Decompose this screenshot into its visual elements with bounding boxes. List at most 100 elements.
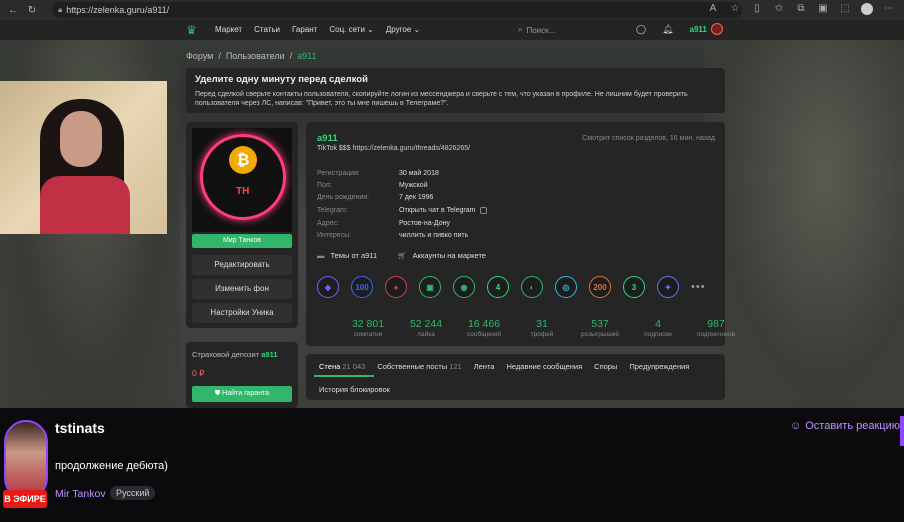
nav-item-market[interactable]: Маркет — [215, 25, 242, 34]
deposit-user[interactable]: a911 — [261, 350, 277, 359]
tab-list: Стена 21 043 Собственные посты 121 Лента… — [319, 362, 689, 371]
breadcrumb-forum[interactable]: Форум — [186, 51, 213, 61]
react-button[interactable]: ☺ Оставить реакцию — [790, 420, 900, 432]
read-aloud-icon[interactable]: A — [706, 3, 720, 18]
stat-item[interactable]: 31 трофей — [513, 318, 571, 338]
trophy-icon[interactable]: ✦ — [657, 276, 679, 298]
stat-label: розыгрышей — [581, 331, 619, 338]
nav-item-guarant[interactable]: Гарант — [292, 25, 317, 34]
profile-main: a911 TikTok $$$ https://zelenka.guru/thr… — [306, 122, 735, 346]
trophy-icon[interactable]: 100 — [351, 276, 373, 298]
stat-item[interactable]: 987 подписчиков — [687, 318, 745, 338]
market-link[interactable]: 🛒︎ Аккаунты на маркете — [397, 251, 486, 260]
favorite-icon[interactable]: ☆ — [728, 3, 742, 18]
profile-tabs: Стена 21 043 Собственные посты 121 Лента… — [306, 354, 725, 400]
more-tools-icon[interactable]: ⬚ — [838, 3, 852, 18]
address-bar[interactable]: 🔒︎ https://zelenka.guru/a911/ — [52, 2, 742, 18]
search-box[interactable]: ⌕ Поиск... — [518, 23, 618, 37]
nav-item-social[interactable]: Соц. сети ⌄ — [329, 25, 374, 34]
browser-toolbar: ← ↻ 🔒︎ https://zelenka.guru/a911/ A ☆ ▯ … — [0, 0, 904, 20]
warning-title: Уделите одну минуту перед сделкой — [195, 74, 368, 85]
info-registration: Регистрация: 30 май 2018 — [317, 170, 439, 177]
back-icon[interactable]: ← — [6, 3, 20, 17]
trophy-icon[interactable]: ◉ — [453, 276, 475, 298]
profile-sidebar: ₿ TH Мир Танков Редактировать Изменить ф… — [186, 122, 298, 328]
reload-icon[interactable]: ↻ — [25, 3, 39, 17]
stat-item[interactable]: 16 466 сообщений — [455, 318, 513, 338]
warning-text: Перед сделкой сверьте контакты пользоват… — [195, 91, 688, 107]
stat-label: трофей — [530, 331, 554, 338]
info-gender: Пол: Мужской — [317, 182, 428, 189]
info-telegram: Telegram: Открыть чат в Telegram — [317, 207, 488, 214]
live-badge: В ЭФИРЕ — [3, 490, 47, 508]
trophy-icon[interactable]: ▣ — [419, 276, 441, 298]
favorites-icon[interactable]: ✩ — [772, 3, 786, 18]
split-screen-icon[interactable]: ▯ — [750, 3, 764, 18]
alerts-icon[interactable]: 🔔︎ — [662, 24, 673, 35]
profile-status[interactable]: TikTok $$$ https://zelenka.guru/threads/… — [317, 145, 470, 152]
profile-avatar[interactable]: ₿ TH — [192, 128, 292, 232]
trophy-icon[interactable]: 200 — [589, 276, 611, 298]
channel-name[interactable]: tstinats — [55, 420, 105, 436]
tab-bans[interactable]: История блокировок — [319, 385, 390, 394]
language-tag[interactable]: Русский — [110, 486, 156, 500]
chat-icon: ▬ — [317, 251, 325, 260]
user-title: Мир Танков — [192, 234, 292, 248]
stream-title: продолжение дебюта) — [55, 460, 168, 472]
trophy-icon[interactable]: ◐ — [521, 276, 543, 298]
tab-disputes[interactable]: Споры — [594, 362, 617, 371]
stat-value: 31 — [536, 318, 548, 330]
more-trophies-icon[interactable]: ••• — [691, 276, 706, 298]
nav-username[interactable]: a911 — [690, 25, 707, 34]
info-birthday: День рождения: 7 дек 1996 — [317, 194, 434, 201]
stat-item[interactable]: 537 розыгрышей — [571, 318, 629, 338]
stat-label: подписчиков — [696, 331, 736, 338]
trophy-icon[interactable]: 4 — [487, 276, 509, 298]
stat-value: 4 — [655, 318, 661, 330]
nav-item-articles[interactable]: Статьи — [254, 25, 280, 34]
stat-value: 537 — [591, 318, 609, 330]
find-guarant-button[interactable]: ⛊ Найти гаранта — [192, 386, 292, 402]
last-activity: Смотрит список разделов, 16 мин. назад — [582, 135, 715, 142]
info-address: Адрес: Ростов-на-Дону — [317, 220, 450, 227]
nav-item-other[interactable]: Другое ⌄ — [386, 25, 420, 34]
breadcrumb-users[interactable]: Пользователи — [226, 51, 285, 61]
trophy-icon[interactable]: ◎ — [555, 276, 577, 298]
menu-icon[interactable]: ⋯ — [882, 3, 896, 18]
nav-right: ◯ 🔔︎ a911 — [636, 23, 723, 35]
stat-item[interactable]: 52 244 лайка — [397, 318, 455, 338]
unique-settings-button[interactable]: Настройки Уника — [192, 303, 292, 323]
avatar-tag: TH — [236, 186, 250, 197]
search-placeholder: Поиск... — [526, 25, 556, 35]
nav-avatar[interactable] — [710, 23, 723, 35]
reaction-icon: ☺ — [790, 420, 802, 432]
site-logo-icon[interactable]: ♛ — [186, 23, 204, 37]
streamer-avatar[interactable] — [4, 420, 48, 500]
stat-value: 52 244 — [409, 318, 443, 330]
profile-icon[interactable] — [860, 3, 874, 18]
trophy-icon[interactable]: ◆ — [317, 276, 339, 298]
stat-item[interactable]: 32 801 симпатии — [339, 318, 397, 338]
copy-icon[interactable] — [480, 207, 488, 214]
collections-icon[interactable]: ⧉ — [794, 3, 808, 18]
tab-own-posts[interactable]: Собственные посты 121 — [377, 362, 461, 371]
conversations-icon[interactable]: ◯ — [636, 24, 646, 35]
stat-item[interactable]: 4 подписки — [629, 318, 687, 338]
extension-icon[interactable]: ▣ — [816, 3, 830, 18]
browser-actions: A ☆ ▯ ✩ ⧉ ▣ ⬚ ⋯ — [706, 3, 896, 18]
deal-warning: Уделите одну минуту перед сделкой Перед … — [186, 68, 725, 113]
webcam-overlay — [0, 81, 167, 234]
tab-wall[interactable]: Стена 21 043 — [319, 362, 365, 371]
trophy-icon[interactable]: 3 — [623, 276, 645, 298]
stream-category[interactable]: Mir Tankov — [55, 488, 106, 500]
site-navbar: ♛ Маркет Статьи Гарант Соц. сети ⌄ Друго… — [0, 20, 904, 40]
deposit-title: Страховой депозит a911 — [192, 350, 278, 359]
change-background-button[interactable]: Изменить фон — [192, 279, 292, 299]
breadcrumb-current: a911 — [297, 51, 317, 61]
edit-button[interactable]: Редактировать — [192, 255, 292, 275]
trophy-icon[interactable]: ● — [385, 276, 407, 298]
threads-link[interactable]: ▬ Темы от a911 — [317, 251, 377, 260]
tab-recent[interactable]: Недавние сообщения — [506, 362, 582, 371]
tab-feed[interactable]: Лента — [474, 362, 495, 371]
tab-warnings[interactable]: Предупреждения — [629, 362, 689, 371]
